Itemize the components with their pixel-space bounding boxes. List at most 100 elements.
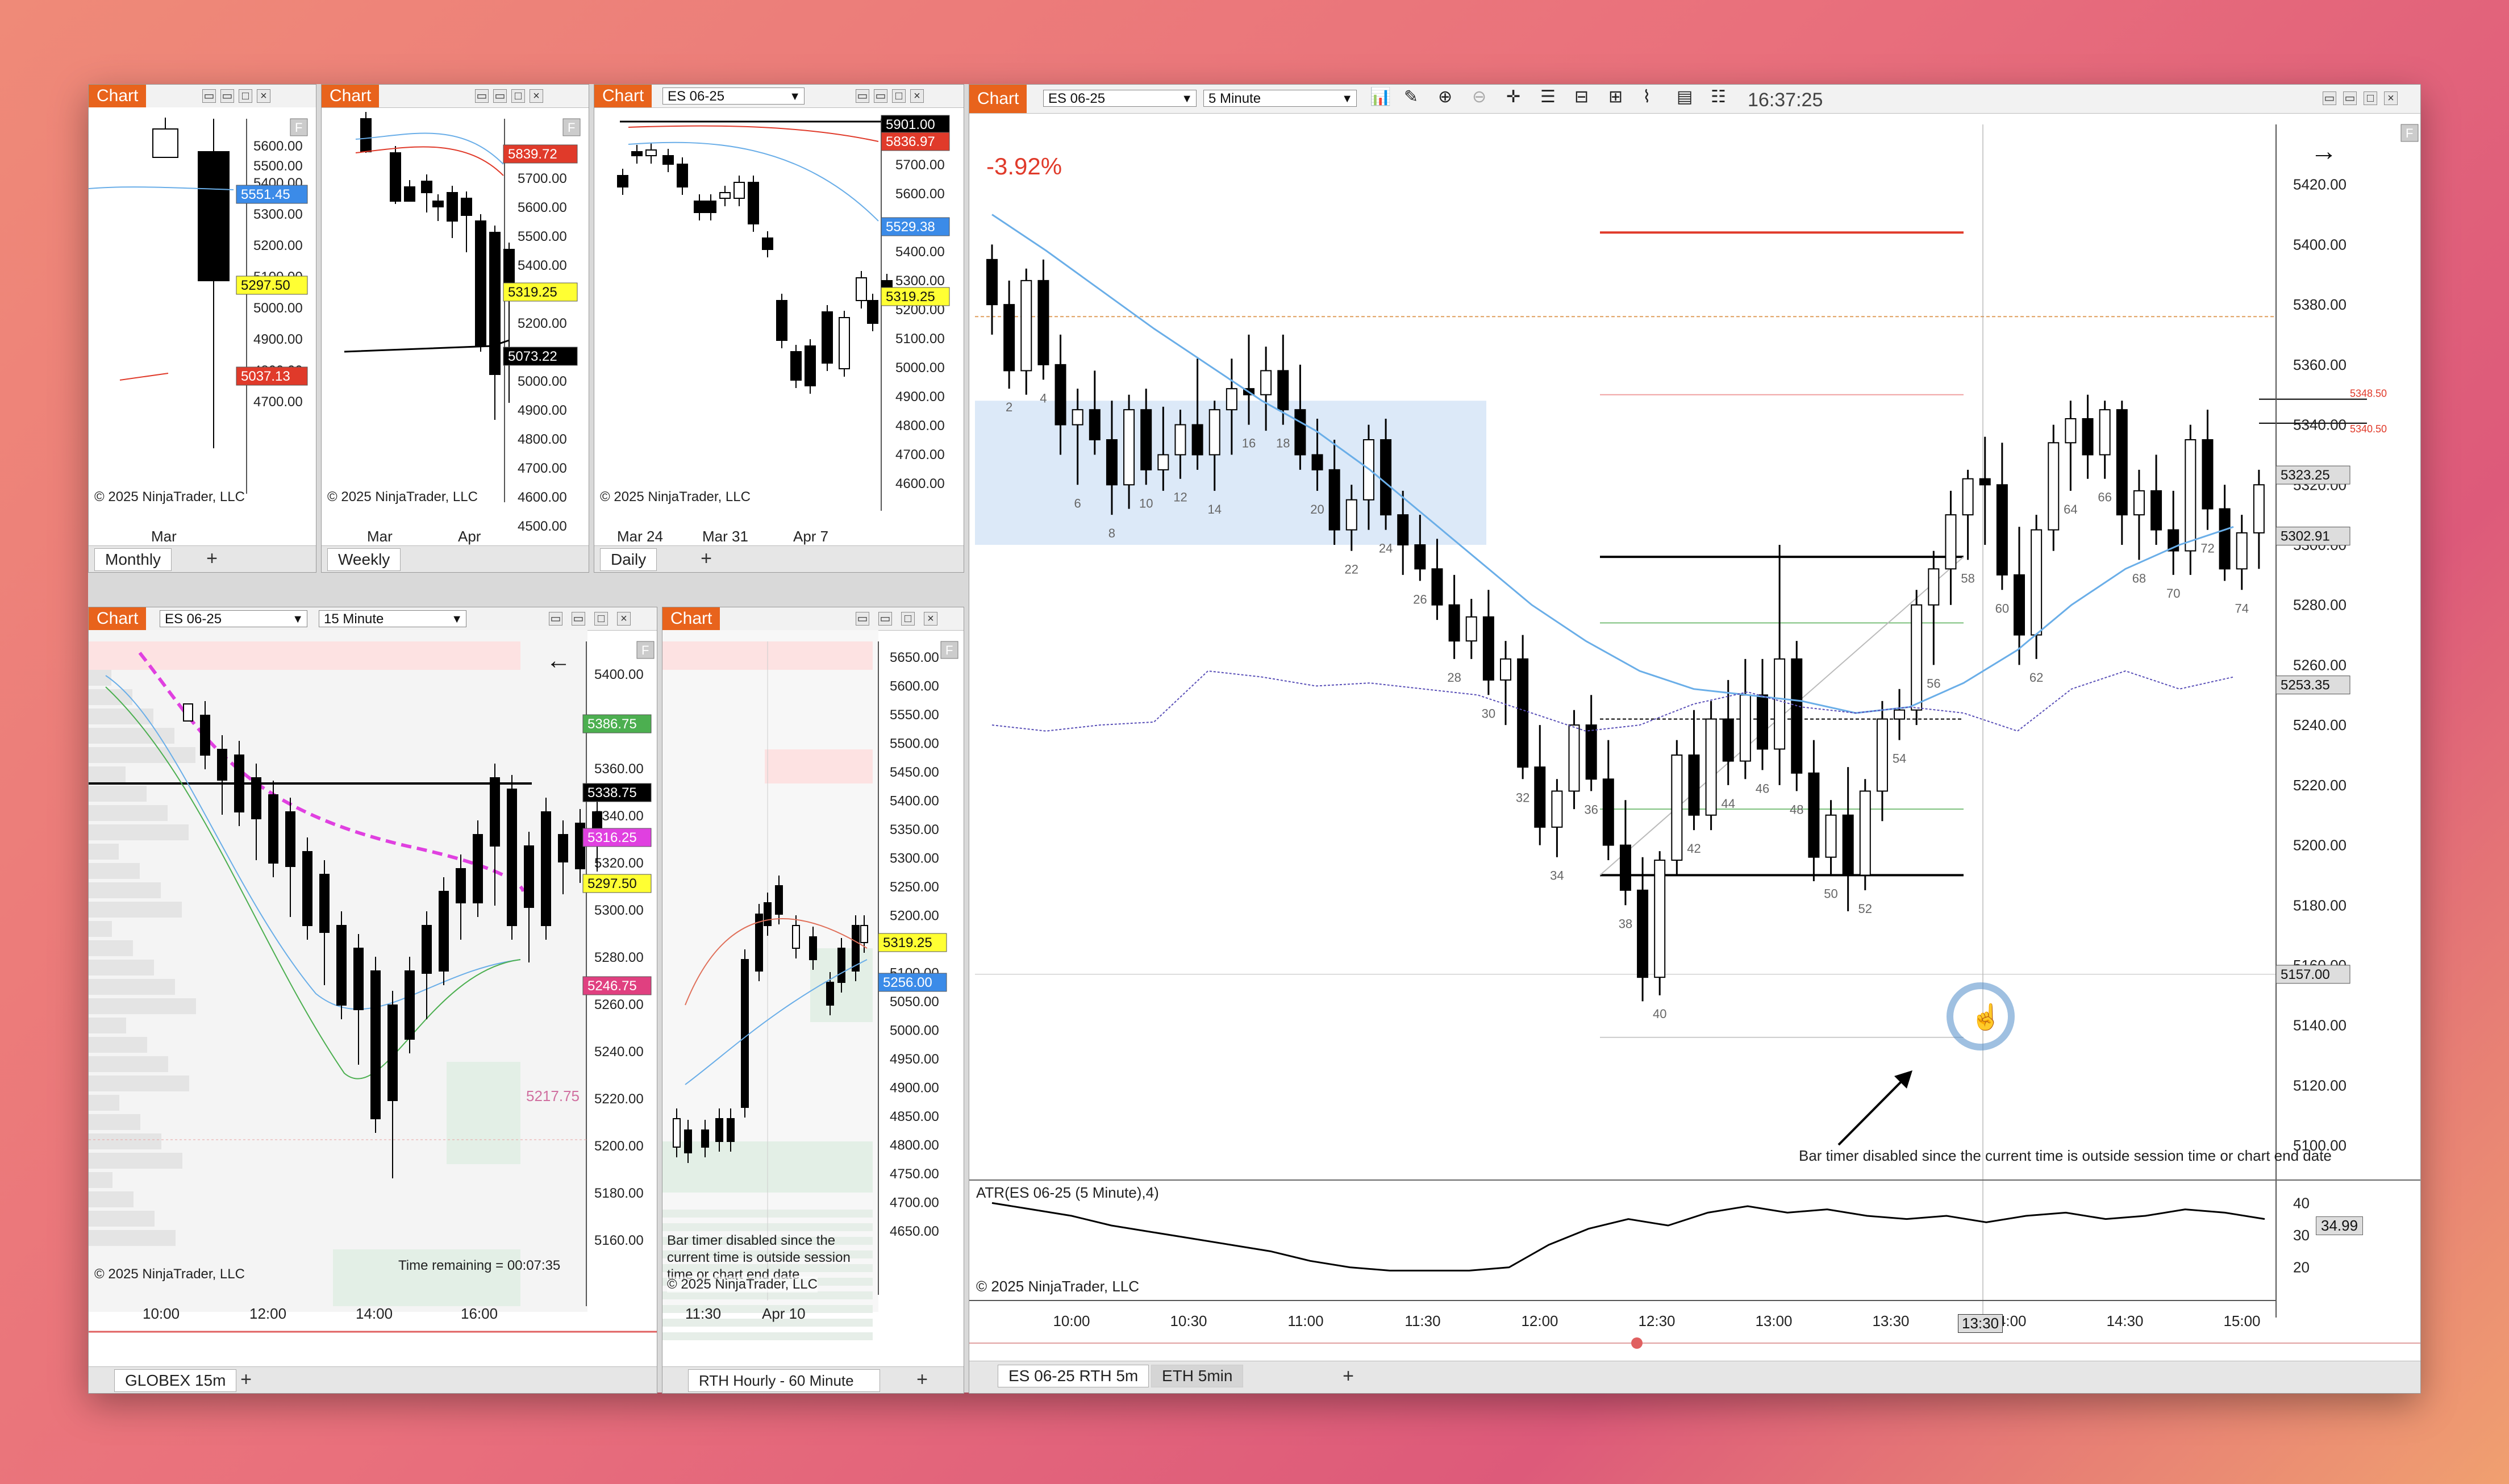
y-tick-label: 5240.00: [594, 1044, 644, 1060]
scroll-right-icon[interactable]: →: [2310, 136, 2337, 167]
bar-timer-note: Bar timer disabled since the current tim…: [1799, 1147, 2332, 1164]
f-button-label: F: [295, 120, 302, 135]
bar-number: 28: [1447, 670, 1461, 685]
hourly-candle: [860, 925, 868, 943]
candle: [2031, 529, 2043, 636]
price-tag-label: 5073.22: [508, 349, 557, 364]
y-tick-label: 5360.00: [594, 761, 644, 777]
y-tick-label: 5380.00: [2293, 296, 2347, 313]
weekly-candle: [390, 152, 401, 202]
globex-candle: [183, 703, 193, 722]
volume-band: [662, 1332, 873, 1340]
daily-candle: [694, 201, 705, 213]
add-tab-icon[interactable]: +: [912, 1370, 932, 1390]
workspace: Chart ▭ ▭ □ × 5600.00 5500.00 5400.00 5300.…: [88, 84, 2421, 1394]
y-tick-label: 5280.00: [2293, 597, 2347, 614]
candle: [1619, 844, 1631, 891]
volume-profile-bar: [89, 670, 111, 686]
volume-profile-bar: [89, 766, 126, 782]
bar-number: 30: [1482, 706, 1495, 720]
bar-number: 54: [1893, 752, 1906, 766]
bar-number: 68: [2132, 571, 2146, 585]
tab-globex-15m[interactable]: GLOBEX 15m: [114, 1369, 237, 1392]
price-tag-label: 5297.50: [587, 876, 637, 891]
price-tag-label: 5319.25: [508, 285, 557, 300]
y-tick-label: 5240.00: [2293, 716, 2347, 733]
y-tick-label: 5700.00: [895, 157, 945, 173]
candle: [1654, 860, 1666, 978]
main-chart-canvas[interactable]: 5348.505340.50246810 121416 18202224262830…: [969, 85, 2420, 1393]
y-tick-label: 5400.00: [890, 794, 939, 809]
candle: [1208, 409, 1220, 456]
tab-rth-hourly[interactable]: RTH Hourly - 60 Minute: [688, 1369, 880, 1392]
weekly-candle: [447, 192, 458, 222]
add-tab-icon[interactable]: +: [236, 1370, 256, 1390]
bar-number: 40: [1653, 1007, 1666, 1021]
bar-number: 56: [1927, 676, 1940, 690]
x-tick-label: 14:30: [2106, 1312, 2143, 1329]
add-tab-icon[interactable]: +: [202, 549, 222, 569]
tab-bar: Weekly: [322, 545, 589, 572]
y-tick-label: 5140.00: [2293, 1017, 2347, 1034]
y-tick-label: 5600.00: [518, 200, 567, 215]
y-tick-label: 4900.00: [518, 403, 567, 418]
tab-monthly[interactable]: Monthly: [94, 548, 172, 571]
x-tick-label: 13:00: [1755, 1312, 1792, 1329]
daily-candle: [645, 149, 657, 156]
candle: [1431, 568, 1443, 606]
price-tag-label: 5319.25: [883, 935, 932, 951]
y-tick-label: 4900.00: [253, 332, 303, 347]
tab-daily[interactable]: Daily: [600, 548, 657, 571]
daily-candle: [748, 182, 759, 224]
daily-candle: [719, 192, 731, 199]
globex-candle: [473, 834, 483, 903]
add-tab-icon[interactable]: +: [1339, 1366, 1358, 1386]
price-tag-label: 5839.72: [508, 147, 557, 162]
candle: [1911, 604, 1923, 711]
volume-profile-bar: [89, 824, 189, 840]
volume-profile-bar: [89, 1114, 140, 1130]
bar-number: 60: [1995, 601, 2009, 615]
candle: [1003, 304, 1015, 372]
percent-change: -3.92%: [986, 153, 1062, 180]
bar-timer: Time remaining = 00:07:35: [398, 1258, 561, 1273]
y-tick-label: 5650.00: [890, 650, 939, 665]
x-tick-label: 12:00: [249, 1305, 287, 1322]
y-tick-label: 5200.00: [253, 238, 303, 253]
candle: [1808, 772, 1820, 858]
y-tick-label: 5220.00: [594, 1091, 644, 1107]
candle: [1757, 694, 1768, 750]
volume-profile-bar: [89, 1018, 126, 1033]
add-tab-icon[interactable]: +: [697, 549, 716, 569]
candle: [1825, 814, 1837, 858]
hourly-chart-window: Chart ▭ ▭ □ × 5650.00 5600.00 5550.00 5500.…: [662, 607, 964, 1394]
atr-value-tag: 34.99: [2316, 1216, 2364, 1235]
tab-es-rth-5m[interactable]: ES 06-25 RTH 5m: [998, 1365, 1149, 1387]
daily-candle: [617, 175, 628, 187]
y-tick-label: 5300.00: [895, 273, 945, 289]
y-tick-label: 5260.00: [2293, 656, 2347, 673]
bar-number: 66: [2098, 490, 2111, 505]
y-tick-label: 5100.00: [895, 331, 945, 347]
tab-bar: ES 06-25 RTH 5m ETH 5min +: [969, 1361, 2420, 1393]
globex-candle: [405, 970, 415, 1040]
x-tick-label: Mar 24: [617, 528, 663, 545]
hourly-candle: [741, 959, 749, 1108]
tab-weekly[interactable]: Weekly: [327, 548, 401, 571]
tab-eth-5min[interactable]: ETH 5min: [1151, 1365, 1244, 1387]
volume-profile-bar: [89, 805, 168, 821]
candle: [1260, 370, 1272, 395]
candle: [1859, 790, 1871, 876]
bar-number: 34: [1550, 869, 1564, 883]
hourly-candle: [715, 1118, 723, 1142]
atr-tick-label: 40: [2293, 1194, 2310, 1211]
bar-number: 20: [1310, 502, 1324, 516]
y-tick-label: 5360.00: [2293, 356, 2347, 373]
y-tick-label: 5600.00: [890, 679, 939, 694]
x-tick-label: Apr 10: [762, 1305, 806, 1322]
bar-timer-note: Bar timer disabled since the current tim…: [667, 1233, 851, 1282]
volume-profile-bar: [89, 844, 119, 860]
candle: [1791, 658, 1803, 774]
globex-candle: [490, 777, 500, 847]
y-tick-label: 5180.00: [594, 1186, 644, 1201]
